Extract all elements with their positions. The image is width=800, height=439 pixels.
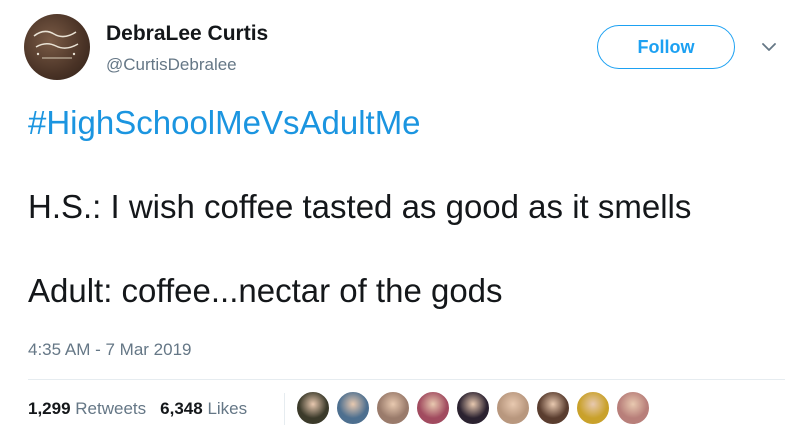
retweets-count: 1,299 [28, 399, 71, 418]
liker-avatar[interactable] [496, 391, 530, 425]
liker-avatar[interactable] [536, 391, 570, 425]
liker-avatar[interactable] [456, 391, 490, 425]
tweet-text-line-1: H.S.: I wish coffee tasted as good as it… [28, 188, 692, 225]
retweets-stat[interactable]: 1,299 Retweets [28, 399, 146, 418]
liker-avatar[interactable] [376, 391, 410, 425]
likes-label: Likes [207, 399, 248, 418]
liker-avatar[interactable] [336, 391, 370, 425]
avatar[interactable] [24, 14, 90, 80]
liker-avatar[interactable] [616, 391, 650, 425]
liker-avatar[interactable] [416, 391, 450, 425]
liker-avatar[interactable] [296, 391, 330, 425]
tweet-timestamp[interactable]: 4:35 AM - 7 Mar 2019 [28, 340, 191, 360]
user-handle[interactable]: @CurtisDebralee [106, 55, 237, 75]
retweets-label: Retweets [75, 399, 147, 418]
divider [28, 379, 785, 380]
hashtag-link[interactable]: #HighSchoolMeVsAdultMe [28, 104, 421, 142]
chevron-down-icon[interactable] [760, 40, 778, 54]
liker-avatar[interactable] [576, 391, 610, 425]
display-name[interactable]: DebraLee Curtis [106, 22, 268, 46]
follow-button[interactable]: Follow [597, 25, 735, 69]
stats-separator [284, 393, 285, 425]
likes-count: 6,348 [160, 399, 203, 418]
tweet-stats: 1,299 Retweets 6,348 Likes [28, 399, 247, 419]
likes-stat[interactable]: 6,348 Likes [160, 399, 247, 418]
tweet-text-line-2: Adult: coffee...nectar of the gods [28, 272, 503, 309]
